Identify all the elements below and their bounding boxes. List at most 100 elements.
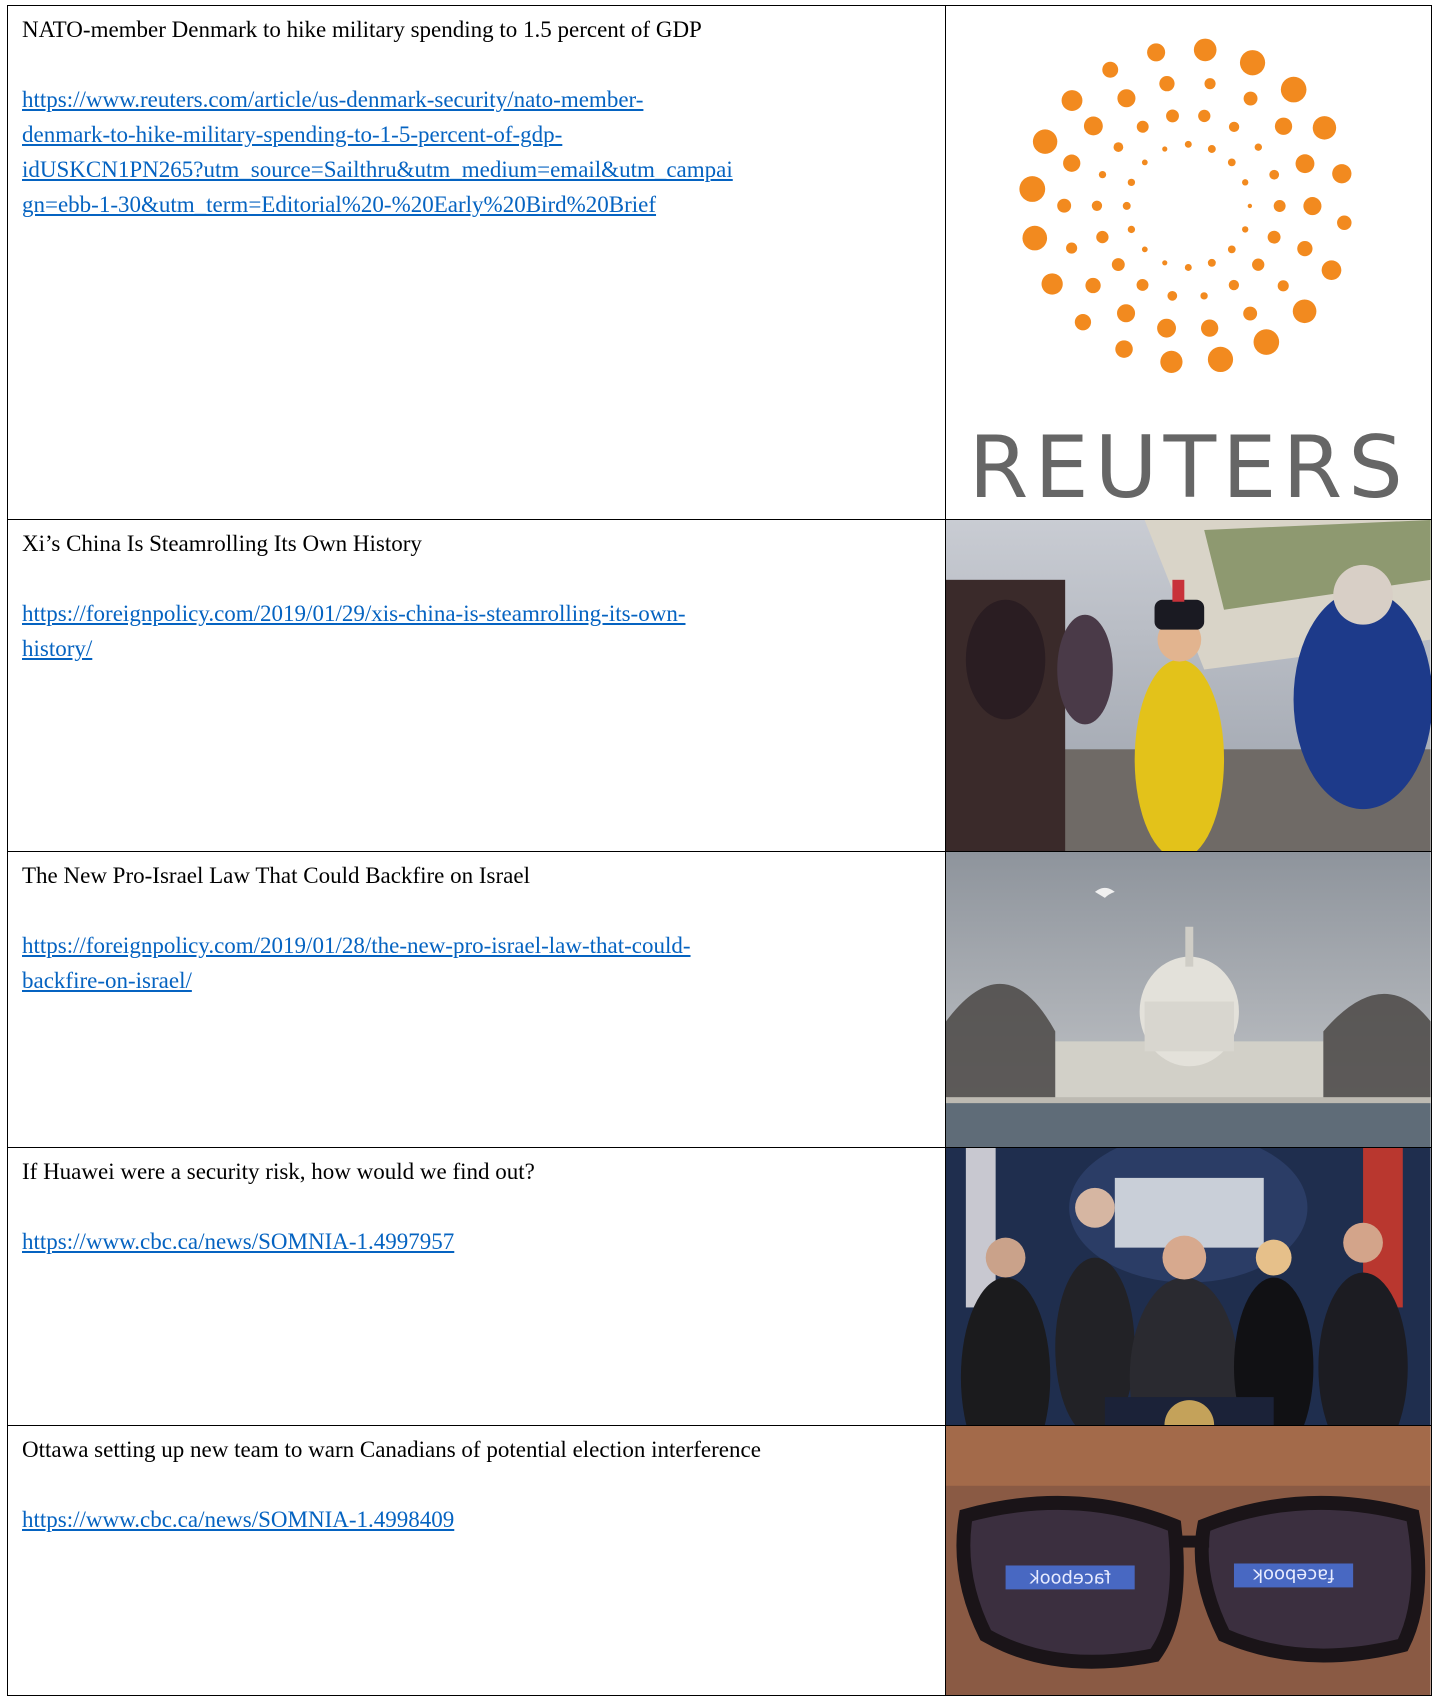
text-cell: If Huawei were a security risk, how woul… xyxy=(6,1147,947,1426)
logo-dot xyxy=(1113,142,1124,152)
logo-dot xyxy=(1295,154,1315,174)
logo-dot xyxy=(1208,258,1217,267)
logo-dot xyxy=(1162,146,1168,152)
table-row: The New Pro-Israel Law That Could Backfi… xyxy=(6,851,1432,1148)
logo-dot xyxy=(1201,319,1219,337)
logo-dot xyxy=(1162,260,1168,266)
article-link[interactable]: https://foreignpolicy.com/2019/01/29/xis… xyxy=(22,596,931,666)
text-cell: Ottawa setting up new team to warn Canad… xyxy=(6,1425,947,1696)
logo-dot xyxy=(1022,225,1048,251)
logo-dot xyxy=(1147,43,1166,62)
article-title: Xi’s China Is Steamrolling Its Own Histo… xyxy=(22,531,422,556)
logo-dot xyxy=(1057,198,1072,213)
logo-dot xyxy=(1200,292,1209,300)
logo-dot xyxy=(1066,242,1078,254)
table-row: Ottawa setting up new team to warn Canad… xyxy=(6,1425,1432,1696)
logo-dot xyxy=(1208,346,1234,373)
logo-dot xyxy=(1229,121,1240,133)
press-conference-photo xyxy=(946,1148,1431,1425)
logo-dot xyxy=(1096,230,1109,244)
logo-dot xyxy=(1117,89,1136,108)
logo-dot xyxy=(1208,145,1217,153)
logo-dot xyxy=(1185,263,1193,271)
reuters-logo: REUTERS xyxy=(947,7,1431,519)
child-in-qing-costume-photo xyxy=(946,520,1431,851)
reflection-text: facebook xyxy=(1253,1564,1335,1585)
text-cell: NATO-member Denmark to hike military spe… xyxy=(6,5,947,520)
logo-dot xyxy=(1102,61,1119,78)
logo-dot xyxy=(1033,129,1058,154)
us-capitol-photo xyxy=(946,852,1431,1147)
logo-dot xyxy=(1128,178,1136,187)
reuters-wordmark: REUTERS xyxy=(968,418,1409,518)
logo-dot xyxy=(1243,306,1258,321)
logo-dot xyxy=(1019,176,1046,202)
table-row: NATO-member Denmark to hike military spe… xyxy=(6,5,1432,520)
logo-dot xyxy=(1092,200,1103,211)
logo-dot xyxy=(1128,225,1136,234)
text-cell: Xi’s China Is Steamrolling Its Own Histo… xyxy=(6,519,947,852)
logo-dot xyxy=(1337,215,1352,231)
logo-dot xyxy=(1248,203,1253,209)
logo-dot xyxy=(1115,340,1134,358)
article-title: The New Pro-Israel Law That Could Backfi… xyxy=(22,863,530,888)
reflection-text: facebook xyxy=(1029,1567,1111,1588)
logo-dot xyxy=(1229,279,1240,291)
logo-dot xyxy=(1136,278,1149,291)
logo-dot xyxy=(1142,159,1149,166)
logo-dot xyxy=(1322,260,1342,280)
article-link[interactable]: https://www.reuters.com/article/us-denma… xyxy=(22,82,931,222)
article-title: NATO-member Denmark to hike military spe… xyxy=(22,17,702,42)
logo-dot xyxy=(1085,277,1102,294)
article-link[interactable]: https://foreignpolicy.com/2019/01/28/the… xyxy=(22,928,931,998)
text-cell: The New Pro-Israel Law That Could Backfi… xyxy=(6,851,947,1148)
logo-dot xyxy=(1099,170,1107,179)
logo-dot xyxy=(1160,350,1183,374)
logo-dot xyxy=(1240,50,1266,76)
logo-dot xyxy=(1255,143,1263,151)
logo-dot xyxy=(1159,76,1175,92)
logo-dot xyxy=(1278,280,1290,292)
logo-dot xyxy=(1281,76,1307,103)
logo-dot xyxy=(1204,78,1217,90)
logo-dot xyxy=(1274,200,1287,212)
logo-dot xyxy=(1228,158,1237,167)
logo-dot xyxy=(1084,116,1104,136)
logo-dot xyxy=(1166,109,1180,123)
article-link[interactable]: https://www.cbc.ca/news/SOMNIA-1.4997957 xyxy=(22,1224,931,1259)
logo-dot xyxy=(1242,179,1249,186)
logo-dot xyxy=(1063,154,1081,172)
logo-dot xyxy=(1228,245,1237,254)
logo-dot xyxy=(1157,318,1177,338)
article-title: If Huawei were a security risk, how woul… xyxy=(22,1159,535,1184)
table-row: Xi’s China Is Steamrolling Its Own Histo… xyxy=(6,519,1432,852)
article-title: Ottawa setting up new team to warn Canad… xyxy=(22,1437,761,1462)
logo-dot xyxy=(1242,226,1249,233)
logo-dot xyxy=(1313,116,1337,140)
logo-dot xyxy=(1293,299,1317,324)
image-cell xyxy=(945,519,1432,852)
logo-dot xyxy=(1194,38,1217,62)
logo-dot xyxy=(1185,140,1193,148)
image-cell: facebook facebook xyxy=(945,1425,1432,1696)
logo-dot xyxy=(1332,164,1352,184)
article-link[interactable]: https://www.cbc.ca/news/SOMNIA-1.4998409 xyxy=(22,1502,931,1537)
logo-dot xyxy=(1253,329,1280,355)
logo-dot xyxy=(1252,258,1265,271)
logo-dot xyxy=(1117,304,1136,323)
logo-dot xyxy=(1198,109,1211,123)
logo-dot xyxy=(1075,314,1092,331)
logo-dot xyxy=(1167,290,1178,301)
news-table: NATO-member Denmark to hike military spe… xyxy=(6,5,1432,1696)
glasses-facebook-reflection-photo: facebook facebook xyxy=(946,1426,1431,1695)
logo-dot xyxy=(1123,201,1132,210)
logo-dot xyxy=(1297,240,1313,257)
logo-dot xyxy=(1269,169,1280,180)
logo-dot xyxy=(1041,273,1064,295)
logo-dot xyxy=(1268,230,1281,244)
logo-dot xyxy=(1244,91,1258,106)
logo-dot xyxy=(1061,90,1083,111)
table-row: If Huawei were a security risk, how woul… xyxy=(6,1147,1432,1426)
logo-dot xyxy=(1137,120,1150,133)
logo-dot xyxy=(1112,258,1126,272)
